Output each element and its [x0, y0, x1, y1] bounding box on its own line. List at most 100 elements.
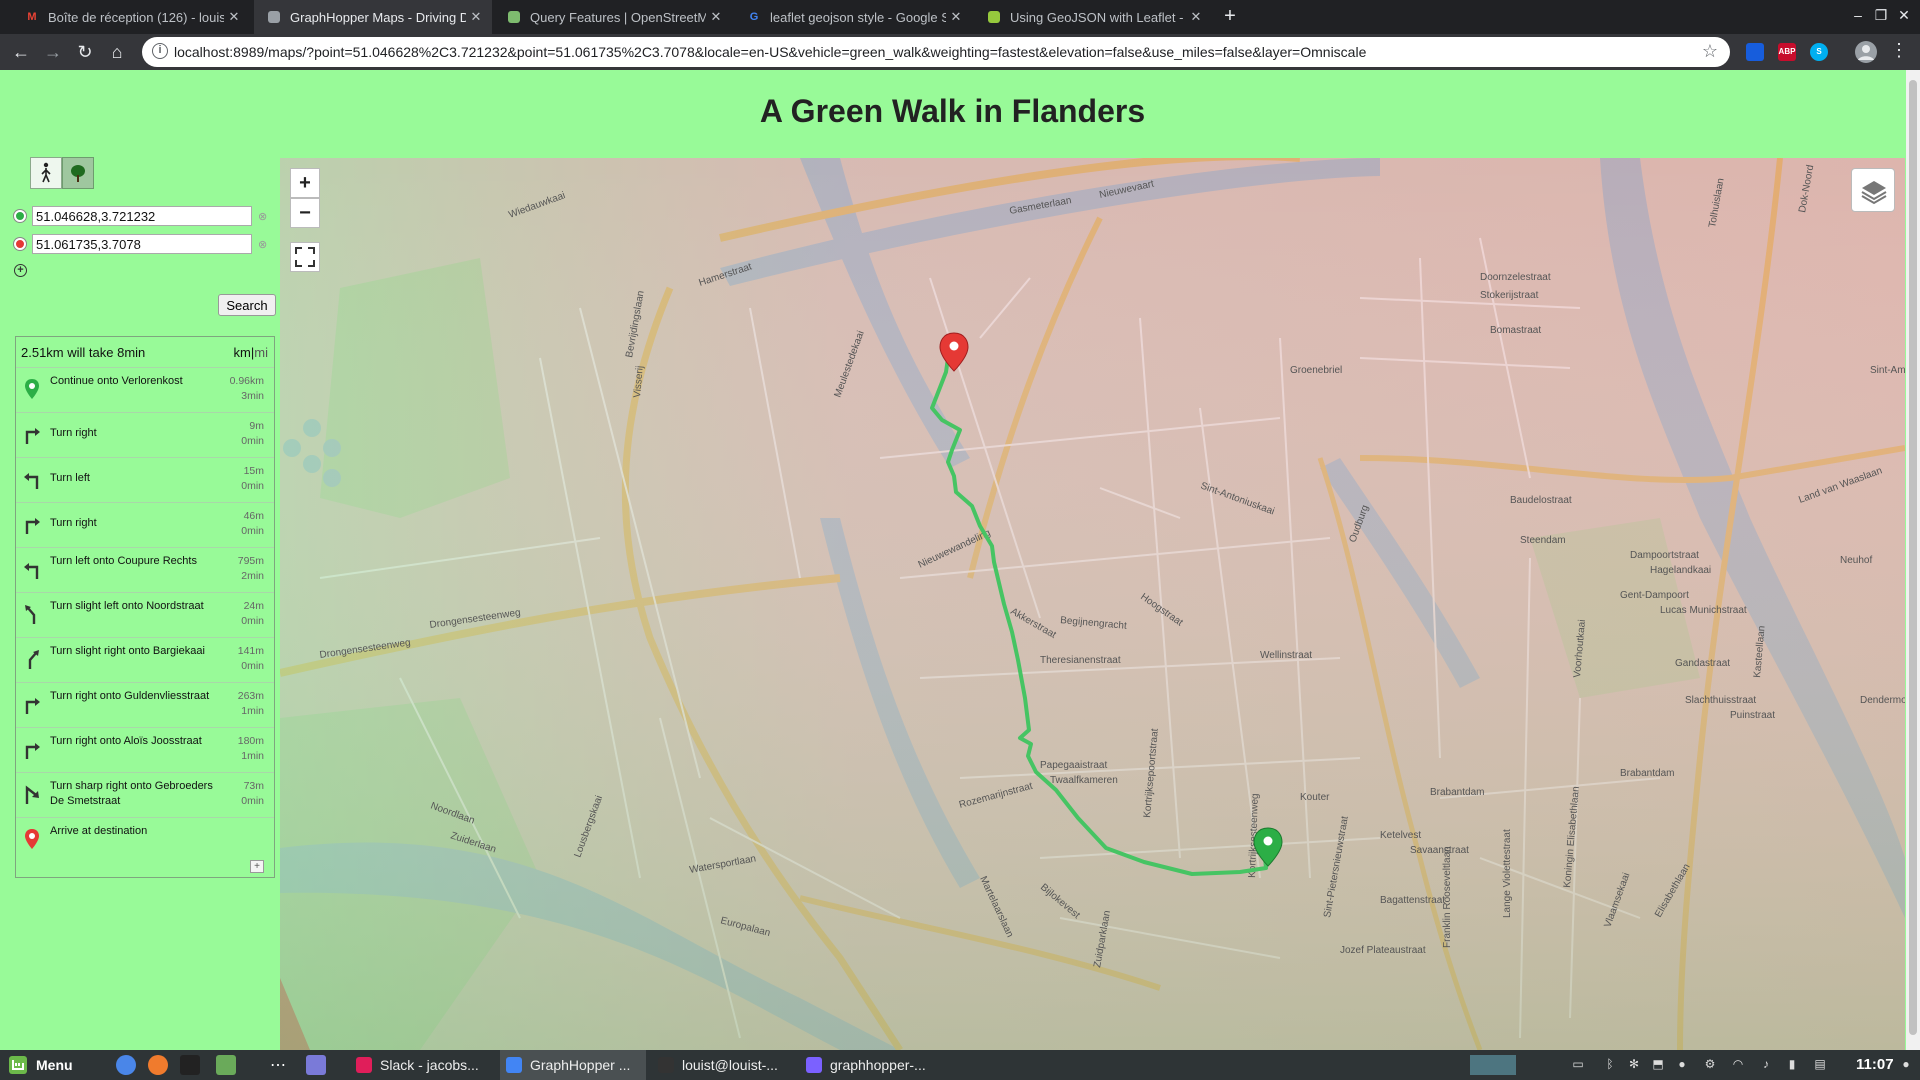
instruction-row[interactable]: Turn right onto Aloïs Joosstraat 180m 1min	[16, 727, 274, 772]
instruction-row[interactable]: Turn sharp right onto Gebroeders De Smet…	[16, 772, 274, 817]
green-walk-vehicle-button[interactable]	[62, 157, 94, 189]
update-tray-icon[interactable]: ⬒	[1650, 1057, 1666, 1073]
minimize-window-button[interactable]: –	[1848, 7, 1868, 23]
address-url[interactable]: localhost:8989/maps/?point=51.046628%2C3…	[174, 44, 1366, 60]
walk-vehicle-button[interactable]	[30, 157, 62, 189]
start-point-input[interactable]	[32, 206, 252, 226]
browser-tab[interactable]: Query Features | OpenStreetMap ✕	[494, 0, 732, 34]
search-button[interactable]: Search	[218, 294, 276, 316]
instruction-row[interactable]: Turn right 9m 0min	[16, 412, 274, 457]
tab-close-icon[interactable]: ✕	[466, 9, 486, 25]
turn-left-icon	[24, 563, 39, 579]
instruction-row[interactable]: Turn slight left onto Noordstraat 24m 0min	[16, 592, 274, 637]
back-button[interactable]: ←	[10, 41, 32, 63]
taskbar-window-button[interactable]: GraphHopper ...	[500, 1050, 646, 1080]
wifi-tray-icon[interactable]: ◠	[1730, 1057, 1746, 1073]
browser-tab[interactable]: Gleaflet geojson style - Google Search✕	[734, 0, 972, 34]
map-street-label: Brabantdam	[1620, 768, 1674, 779]
adblock-extension-icon[interactable]: ABP	[1778, 43, 1796, 61]
instruction-text: Turn sharp right onto Gebroeders De Smet…	[50, 780, 213, 807]
instruction-row[interactable]: Turn left onto Coupure Rechts 795m 2min	[16, 547, 274, 592]
tab-favicon-icon: G	[749, 11, 759, 23]
browser-tab[interactable]: Using GeoJSON with Leaflet - Leaflet✕	[974, 0, 1212, 34]
instruction-distance: 15m	[243, 465, 264, 477]
reload-button[interactable]: ↻	[74, 41, 96, 63]
mi-unit-toggle[interactable]: mi	[254, 345, 268, 360]
instruction-row[interactable]: Continue onto Verlorenkost 0.96km 3min	[16, 367, 274, 412]
tab-close-icon[interactable]: ✕	[224, 9, 244, 25]
battery-tray-icon[interactable]: ▮	[1784, 1057, 1800, 1073]
display-tray-icon[interactable]: ▭	[1570, 1057, 1586, 1073]
workspace-icon[interactable]	[306, 1055, 326, 1075]
close-window-button[interactable]: ✕	[1894, 7, 1914, 24]
taskbar-app-icon	[658, 1057, 674, 1073]
bitwarden-extension-icon[interactable]	[1746, 43, 1764, 61]
instruction-time: 0min	[241, 435, 264, 447]
user-tray-icon[interactable]: ●	[1898, 1057, 1914, 1073]
taskbar-window-button[interactable]: louist@louist-...	[652, 1050, 794, 1080]
instruction-row[interactable]: Turn right onto Guldenvliesstraat 263m 1mi…	[16, 682, 274, 727]
terminal-launcher-icon[interactable]	[180, 1055, 200, 1075]
turn-right-icon	[25, 428, 40, 444]
maximize-window-button[interactable]: ❐	[1871, 7, 1891, 24]
instruction-row[interactable]: Turn right 46m 0min	[16, 502, 274, 547]
instruction-time: 0min	[241, 615, 264, 627]
map-street-label: Baudelostraat	[1510, 495, 1572, 506]
skype-extension-icon[interactable]: S	[1810, 43, 1828, 61]
zoom-in-button[interactable]: +	[290, 168, 320, 198]
zoom-out-button[interactable]: −	[290, 198, 320, 228]
instruction-text: Turn right	[50, 427, 97, 439]
chrome-launcher-icon[interactable]	[116, 1055, 136, 1075]
km-unit-toggle[interactable]: km	[234, 345, 251, 360]
site-info-icon[interactable]: i	[152, 43, 168, 59]
keyboard-tray-icon[interactable]: ▤	[1812, 1057, 1828, 1073]
bookmark-star-icon[interactable]: ☆	[1702, 41, 1718, 62]
instruction-row[interactable]: Turn left 15m 0min	[16, 457, 274, 502]
browser-tab[interactable]: GraphHopper Maps - Driving Directions✕	[254, 0, 492, 34]
instruction-text: Continue onto Verlorenkost	[50, 375, 183, 387]
page-scrollbar[interactable]	[1906, 70, 1920, 1050]
add-point-icon[interactable]: +	[14, 264, 27, 277]
address-bar[interactable]: i localhost:8989/maps/?point=51.046628%2…	[142, 37, 1730, 67]
instruction-distance-time: 141m 0min	[238, 644, 264, 674]
tab-title: Query Features | OpenStreetMap	[530, 9, 706, 25]
layers-button[interactable]	[1851, 168, 1895, 212]
taskbar-window-button[interactable]: Slack - jacobs...	[350, 1050, 496, 1080]
turn-right-icon	[25, 518, 40, 534]
instruction-time: 2min	[241, 570, 264, 582]
browser-menu-icon[interactable]: ⋮	[1890, 40, 1908, 61]
end-point-input[interactable]	[32, 234, 252, 254]
files-launcher-icon[interactable]	[216, 1055, 236, 1075]
power-tray-icon[interactable]: ●	[1674, 1057, 1690, 1073]
map-street-label: Slachthuisstraat	[1685, 695, 1756, 706]
expand-instructions-button[interactable]: +	[250, 860, 264, 873]
instruction-row[interactable]: Arrive at destination	[16, 817, 274, 861]
gear-tray-icon[interactable]: ⚙	[1702, 1057, 1718, 1073]
taskbar-window-button[interactable]: graphhopper-...	[800, 1050, 950, 1080]
volume-tray-icon[interactable]: ♪	[1758, 1057, 1774, 1073]
home-button[interactable]: ⌂	[106, 41, 128, 63]
more-launchers-icon[interactable]: ⋯	[268, 1055, 288, 1075]
turn-slight-right-icon	[28, 650, 39, 669]
start-point-marker-icon	[14, 210, 26, 222]
browser-tab[interactable]: M Boîte de réception (126) - louis ✕	[12, 0, 250, 34]
tab-close-icon[interactable]: ✕	[946, 9, 966, 25]
clear-end-point-icon[interactable]: ⊗	[258, 238, 267, 251]
profile-avatar[interactable]	[1855, 41, 1877, 63]
map[interactable]: Nieuwevaart Gasmeterlaan Wiedauwkaai Hamers…	[280, 158, 1905, 1050]
bluetooth-tray-icon[interactable]: ᛒ	[1602, 1057, 1618, 1073]
instruction-row[interactable]: Turn slight right onto Bargiekaai 141m 0mi…	[16, 637, 274, 682]
scrollbar-thumb[interactable]	[1909, 80, 1917, 1035]
clock[interactable]: 11:07	[1856, 1056, 1894, 1073]
workspace-switcher[interactable]	[1470, 1055, 1516, 1075]
firefox-launcher-icon[interactable]	[148, 1055, 168, 1075]
tab-close-icon[interactable]: ✕	[706, 9, 726, 25]
start-menu-button[interactable]: Menu	[8, 1055, 73, 1075]
new-tab-button[interactable]: +	[1218, 6, 1242, 28]
forward-button[interactable]: →	[42, 41, 64, 63]
fullscreen-button[interactable]	[290, 242, 320, 272]
clear-start-point-icon[interactable]: ⊗	[258, 210, 267, 223]
map-tiles[interactable]: NieuwevaartGasmeterlaanWiedauwkaaiHamers…	[280, 158, 1905, 1050]
settings-tray-icon[interactable]: ✻	[1626, 1057, 1642, 1073]
tab-close-icon[interactable]: ✕	[1186, 9, 1206, 25]
